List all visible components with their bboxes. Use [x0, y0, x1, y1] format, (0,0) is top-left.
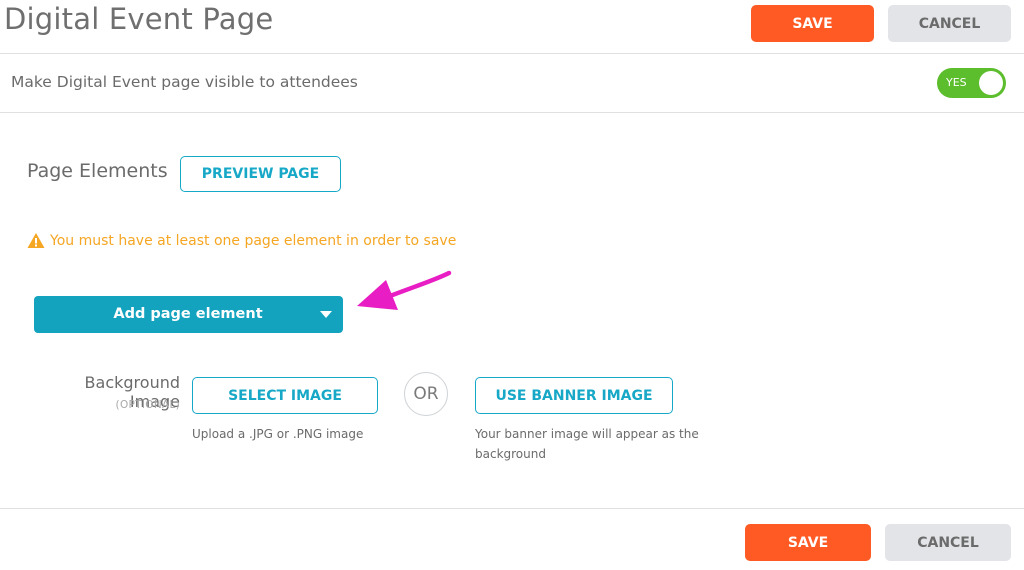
background-optional-label: (OPTIONAL) [115, 399, 180, 411]
warning-icon [27, 233, 45, 248]
warning-text: You must have at least one page element … [50, 232, 457, 249]
caret-down-icon [320, 311, 332, 318]
header-divider [0, 53, 1024, 54]
cancel-button[interactable]: CANCEL [888, 5, 1011, 42]
page-elements-title: Page Elements [27, 160, 168, 182]
visibility-label: Make Digital Event page visible to atten… [11, 73, 358, 91]
use-banner-image-button[interactable]: USE BANNER IMAGE [475, 377, 673, 414]
select-image-button[interactable]: SELECT IMAGE [192, 377, 378, 414]
add-page-element-label: Add page element [113, 306, 263, 322]
or-separator: OR [404, 372, 448, 416]
footer-cancel-button[interactable]: CANCEL [885, 524, 1011, 561]
footer-save-button[interactable]: SAVE [745, 524, 871, 561]
save-button[interactable]: SAVE [751, 5, 874, 42]
warning-message: You must have at least one page element … [27, 232, 456, 249]
toggle-knob [979, 71, 1003, 95]
banner-help-line-1: Your banner image will appear as the [475, 427, 699, 441]
toggle-text: YES [946, 76, 967, 89]
footer-divider [0, 508, 1024, 509]
visibility-toggle[interactable]: YES [937, 68, 1006, 98]
annotation-arrow-icon [357, 270, 452, 310]
preview-page-button[interactable]: PREVIEW PAGE [180, 156, 341, 192]
select-image-help: Upload a .JPG or .PNG image [192, 427, 364, 441]
banner-help-line-2: background [475, 446, 546, 461]
page-title: Digital Event Page [4, 2, 274, 36]
add-page-element-dropdown[interactable]: Add page element [34, 296, 343, 333]
banner-image-help: Your banner image will appear as the bac… [475, 425, 699, 464]
visibility-divider [0, 112, 1024, 113]
